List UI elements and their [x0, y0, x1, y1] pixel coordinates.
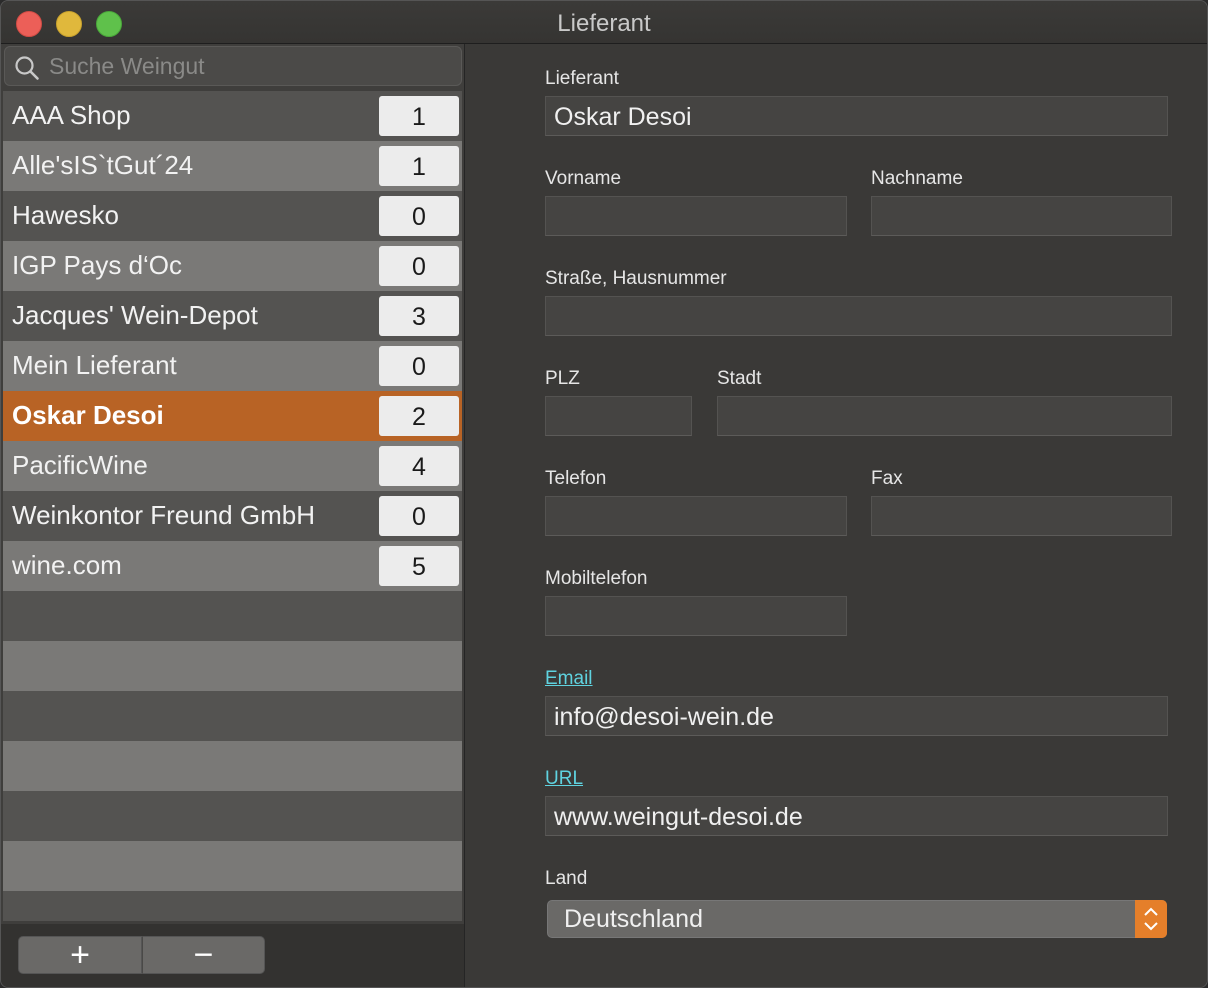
land-select-value: Deutschland [564, 905, 703, 933]
supplier-count-badge: 0 [379, 496, 459, 536]
window-title: Lieferant [557, 10, 651, 37]
stadt-label: Stadt [717, 368, 762, 389]
supplier-row[interactable]: Mein Lieferant 0 [3, 341, 462, 391]
supplier-row[interactable]: Weinkontor Freund GmbH 0 [3, 491, 462, 541]
supplier-name: AAA Shop [12, 100, 131, 130]
telefon-label: Telefon [545, 468, 607, 489]
mobiltelefon-label: Mobiltelefon [545, 568, 648, 589]
supplier-count-badge: 3 [379, 296, 459, 336]
nachname-label: Nachname [871, 168, 963, 189]
search-input[interactable] [49, 51, 449, 81]
supplier-count-badge: 0 [379, 346, 459, 386]
supplier-sidebar: AAA Shop 1 Alle'sIS`tGut´24 1 Hawesko 0 … [1, 44, 465, 987]
lieferant-label: Lieferant [545, 68, 619, 89]
vorname-field[interactable] [545, 196, 847, 236]
email-field[interactable]: info@desoi-wein.de [545, 696, 1168, 736]
supplier-count-badge: 4 [379, 446, 459, 486]
url-link[interactable]: URL [545, 768, 583, 790]
empty-row [3, 691, 462, 741]
lieferant-field[interactable]: Oskar Desoi [545, 96, 1168, 136]
supplier-row[interactable]: Jacques' Wein-Depot 3 [3, 291, 462, 341]
empty-row [3, 591, 462, 641]
supplier-row[interactable]: PacificWine 4 [3, 441, 462, 491]
empty-row [3, 641, 462, 691]
email-link[interactable]: Email [545, 668, 593, 690]
empty-row [3, 791, 462, 841]
supplier-name: Mein Lieferant [12, 350, 177, 380]
mobiltelefon-field[interactable] [545, 596, 847, 636]
remove-supplier-button[interactable]: − [142, 936, 265, 974]
supplier-count-badge: 1 [379, 146, 459, 186]
supplier-count-badge: 2 [379, 396, 459, 436]
supplier-name: Alle'sIS`tGut´24 [12, 150, 194, 180]
vorname-label: Vorname [545, 168, 622, 189]
supplier-list: AAA Shop 1 Alle'sIS`tGut´24 1 Hawesko 0 … [3, 91, 462, 921]
supplier-count-badge: 0 [379, 196, 459, 236]
plz-field[interactable] [545, 396, 692, 436]
empty-row [3, 891, 462, 921]
supplier-row-selected[interactable]: Oskar Desoi 2 [3, 391, 462, 441]
supplier-name: Jacques' Wein-Depot [12, 300, 258, 330]
land-select[interactable]: Deutschland [547, 900, 1167, 938]
supplier-count-badge: 5 [379, 546, 459, 586]
plz-label: PLZ [545, 368, 580, 389]
stadt-field[interactable] [717, 396, 1172, 436]
land-label: Land [545, 868, 588, 889]
add-supplier-button[interactable]: + [18, 936, 142, 974]
strasse-field[interactable] [545, 296, 1172, 336]
supplier-name: wine.com [12, 550, 122, 580]
supplier-row[interactable]: Hawesko 0 [3, 191, 462, 241]
title-bar: Lieferant [1, 1, 1207, 44]
chevron-up-down-icon [1135, 900, 1167, 938]
supplier-row[interactable]: IGP Pays d‘Oc 0 [3, 241, 462, 291]
telefon-field[interactable] [545, 496, 847, 536]
strasse-label: Straße, Hausnummer [545, 268, 727, 289]
empty-row [3, 741, 462, 791]
supplier-name: Hawesko [12, 200, 119, 230]
fax-label: Fax [871, 468, 903, 489]
supplier-name: PacificWine [12, 450, 148, 480]
nachname-field[interactable] [871, 196, 1172, 236]
supplier-row[interactable]: AAA Shop 1 [3, 91, 462, 141]
search-icon [15, 56, 39, 80]
supplier-count-badge: 1 [379, 96, 459, 136]
supplier-name: IGP Pays d‘Oc [12, 250, 183, 280]
supplier-name: Weinkontor Freund GmbH [12, 500, 315, 530]
list-toolbar: + − [1, 924, 464, 987]
supplier-window: Lieferant AAA Shop 1 Alle'sIS`tGut´24 1 … [0, 0, 1208, 988]
fax-field[interactable] [871, 496, 1172, 536]
search-field[interactable] [4, 46, 462, 86]
supplier-name: Oskar Desoi [12, 400, 164, 430]
supplier-row[interactable]: wine.com 5 [3, 541, 462, 591]
supplier-row[interactable]: Alle'sIS`tGut´24 1 [3, 141, 462, 191]
empty-row [3, 841, 462, 891]
url-field[interactable]: www.weingut-desoi.de [545, 796, 1168, 836]
supplier-count-badge: 0 [379, 246, 459, 286]
